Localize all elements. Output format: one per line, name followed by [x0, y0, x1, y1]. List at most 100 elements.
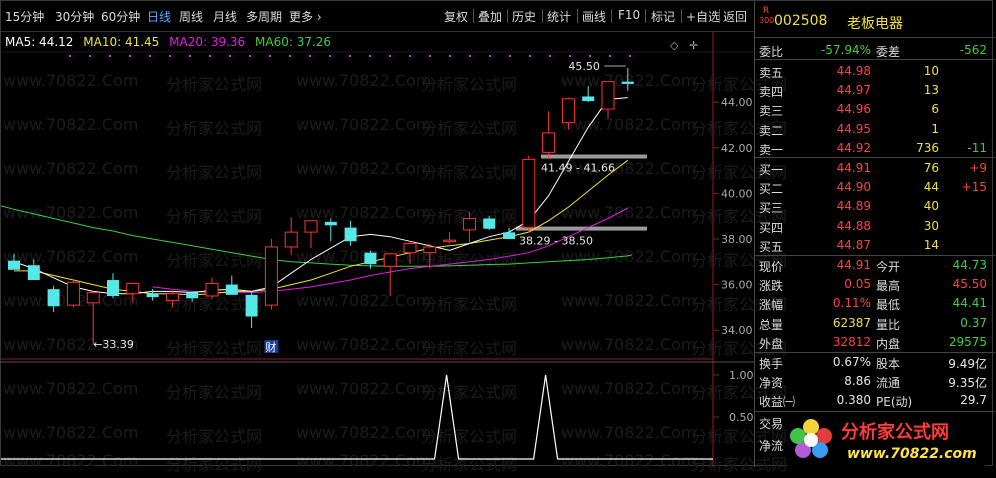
quote-value: 0.05: [844, 277, 871, 292]
candle: [146, 289, 159, 301]
bid-price: 44.87: [836, 237, 871, 252]
range-bar-upper: [541, 154, 647, 159]
ma-dot: [169, 55, 171, 57]
candle-body: [522, 158, 536, 229]
chart-plus-icon[interactable]: ✛: [689, 39, 698, 52]
chart-diamond-icon[interactable]: ◇: [670, 39, 679, 52]
candle: [8, 253, 20, 270]
ma-dot: [569, 55, 571, 57]
weicha-label: 委差: [876, 45, 901, 59]
candle-body: [146, 293, 159, 298]
candle: [225, 275, 238, 295]
ma-dot: [449, 55, 451, 57]
ask-label: 卖三: [759, 104, 784, 119]
ask-price: 44.98: [836, 64, 871, 78]
stat-value: 8.86: [844, 374, 871, 388]
candle-body: [582, 96, 595, 102]
quote-label: 量比: [876, 317, 901, 332]
stat-value: 9.35亿: [948, 376, 987, 390]
stat-label: 换手: [759, 357, 784, 371]
stat-label: 净资: [759, 376, 784, 390]
bid-label: 买五: [759, 239, 784, 254]
vol-axis-label-2: 0.50: [729, 411, 754, 424]
netflow-label: 净流: [759, 439, 784, 453]
candle-body: [225, 284, 238, 295]
candle: [205, 277, 219, 299]
trade-label: 交易: [759, 417, 784, 431]
ma-dot: [109, 55, 111, 57]
price-axis-label: 40.00: [721, 187, 753, 200]
ma10-line: [14, 159, 629, 296]
candle-body: [561, 98, 575, 124]
candle-body: [186, 292, 199, 299]
ma-dot: [489, 55, 491, 57]
quote-label: 外盘: [759, 336, 784, 351]
candle-body: [324, 221, 337, 226]
candle: [47, 285, 60, 312]
candle-body: [284, 231, 298, 248]
candle-body: [423, 246, 437, 254]
ask-volume: 6: [931, 102, 939, 117]
bid-price: 44.89: [836, 199, 871, 214]
quote-value: 44.73: [952, 258, 987, 272]
candle: [561, 97, 575, 130]
candle-body: [383, 253, 397, 267]
stat-value: 0.67%: [832, 355, 871, 369]
quote-value: 44.41: [952, 296, 987, 311]
high-price-label: 45.50: [568, 60, 600, 73]
ask-volume: 10: [923, 64, 939, 78]
bid-volume: 76: [923, 161, 939, 175]
logo-name: 分析家公式网: [841, 421, 949, 443]
ask-label: 卖四: [759, 85, 784, 100]
bid-change: +9: [969, 161, 987, 175]
quote-value: 0.11%: [832, 296, 871, 311]
ask-volume: 13: [923, 83, 939, 98]
price-axis-label: 42.00: [721, 142, 753, 155]
ask-price: 44.95: [836, 121, 871, 136]
ma-dot: [129, 55, 131, 57]
price-axis-label: 34.00: [721, 324, 753, 337]
stock-header: R 300 002508 老板电器: [755, 1, 995, 38]
candle-body: [344, 227, 357, 242]
ma-dot: [269, 55, 271, 57]
candle-body: [304, 220, 318, 233]
candle-body: [503, 232, 515, 239]
ma-dot: [409, 55, 411, 57]
signal-line: [1, 374, 713, 460]
ma-dot: [329, 55, 331, 57]
ma-dot: [69, 55, 71, 57]
bid-volume: 30: [923, 218, 939, 233]
candle: [462, 211, 476, 244]
candle: [601, 81, 615, 119]
candle: [621, 67, 634, 91]
candle: [324, 218, 337, 242]
ask-volume: 1: [931, 121, 939, 136]
candle: [264, 238, 278, 310]
candle-body: [483, 218, 496, 229]
price-axis-label: 38.00: [721, 233, 753, 246]
quote-value: 32812: [832, 334, 871, 349]
candle-body: [403, 243, 417, 254]
candle: [245, 291, 258, 328]
candle-body: [126, 282, 140, 295]
candle-body: [165, 293, 179, 302]
stat-label: 流通: [876, 376, 901, 390]
ask-price: 44.92: [836, 140, 871, 155]
quote-value: 29575: [948, 334, 987, 349]
kline-chart[interactable]: 1.00 0.50 ◇ ✛ 44.00 42.00 40.00 38.00 36.00 3…: [1, 1, 754, 467]
ma-dot: [249, 55, 251, 57]
candle: [582, 86, 595, 103]
logo-url: www.70822.com: [847, 446, 977, 462]
candle-body: [107, 280, 119, 296]
candle: [304, 220, 318, 249]
quote-label: 最低: [876, 298, 901, 313]
price-axis-label: 36.00: [721, 279, 753, 292]
quote-value: 0.37: [960, 315, 987, 330]
candle: [284, 217, 298, 255]
ma-dot: [189, 55, 191, 57]
candle-body: [264, 246, 278, 306]
ma-dot: [469, 55, 471, 57]
candle: [27, 259, 40, 281]
quote-label: 最高: [876, 279, 901, 294]
vol-axis-label-1: 1.00: [729, 369, 754, 382]
